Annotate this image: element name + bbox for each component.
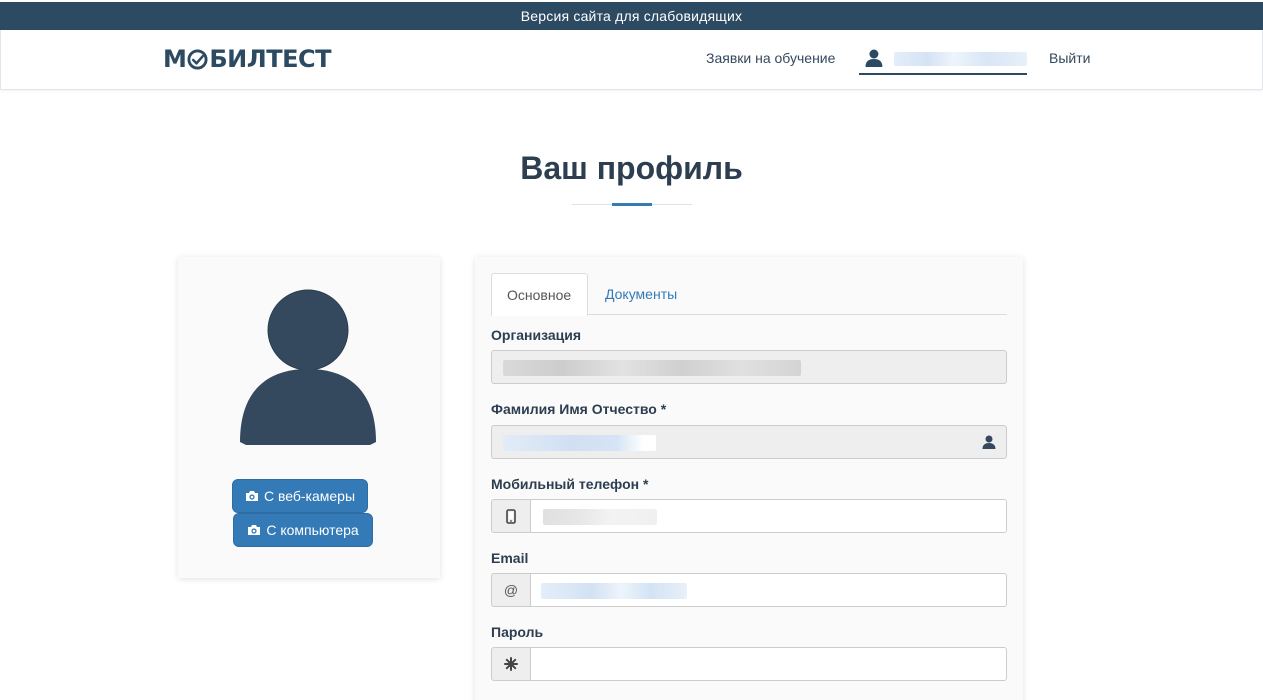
camera-icon <box>245 491 258 501</box>
phone-label: Мобильный телефон * <box>491 476 649 492</box>
nav-training-requests[interactable]: Заявки на обучение <box>706 48 835 68</box>
fullname-value-redacted <box>503 435 656 451</box>
profile-tabs: Основное Документы <box>491 273 1007 316</box>
accessibility-version-link[interactable]: Версия сайта для слабовидящих <box>0 2 1263 30</box>
tab-main[interactable]: Основное <box>491 273 588 316</box>
logo-text-right: БИЛТЕСТ <box>209 45 331 73</box>
organization-label: Организация <box>491 327 582 343</box>
profile-form-card: Основное Документы Организация Фамилия И… <box>475 257 1023 700</box>
fullname-label: Фамилия Имя Отчество * <box>491 401 667 417</box>
logo-check-icon <box>187 48 208 70</box>
phone-addon <box>491 499 531 533</box>
asterisk-icon <box>504 657 518 671</box>
mobile-phone-icon <box>506 508 516 524</box>
phone-input[interactable] <box>530 499 1007 533</box>
tab-documents[interactable]: Документы <box>590 273 692 315</box>
password-label: Пароль <box>491 624 544 640</box>
upload-from-webcam-button[interactable]: С веб-камеры <box>232 479 368 513</box>
user-icon <box>865 49 883 67</box>
photo-card: С веб-камеры С компьютера <box>178 257 440 578</box>
password-input[interactable] <box>530 647 1007 681</box>
organization-field[interactable] <box>491 350 1007 384</box>
user-name-redacted <box>893 52 1027 66</box>
email-addon: @ <box>491 573 531 607</box>
navbar: М БИЛТЕСТ Заявки на обучение Выйти <box>0 30 1263 90</box>
upload-from-computer-button[interactable]: С компьютера <box>233 513 373 547</box>
title-divider-accent <box>612 203 652 206</box>
email-input[interactable] <box>530 573 1007 607</box>
user-icon <box>982 435 996 449</box>
email-value-redacted <box>541 583 687 599</box>
computer-button-label: С компьютера <box>266 522 359 538</box>
phone-value-redacted <box>543 509 657 525</box>
webcam-button-label: С веб-камеры <box>263 488 356 504</box>
avatar-placeholder-icon <box>240 289 376 445</box>
fullname-field[interactable] <box>491 425 1007 459</box>
organization-value-redacted <box>503 360 801 376</box>
page-title: Ваш профиль <box>520 150 743 186</box>
logout-link[interactable]: Выйти <box>1049 48 1090 68</box>
logo[interactable]: М БИЛТЕСТ <box>163 44 331 74</box>
logo-text-left: М <box>163 45 187 73</box>
email-label: Email <box>491 550 529 566</box>
nav-user-profile[interactable] <box>859 46 1027 75</box>
password-addon <box>491 647 531 681</box>
camera-icon <box>248 525 261 535</box>
